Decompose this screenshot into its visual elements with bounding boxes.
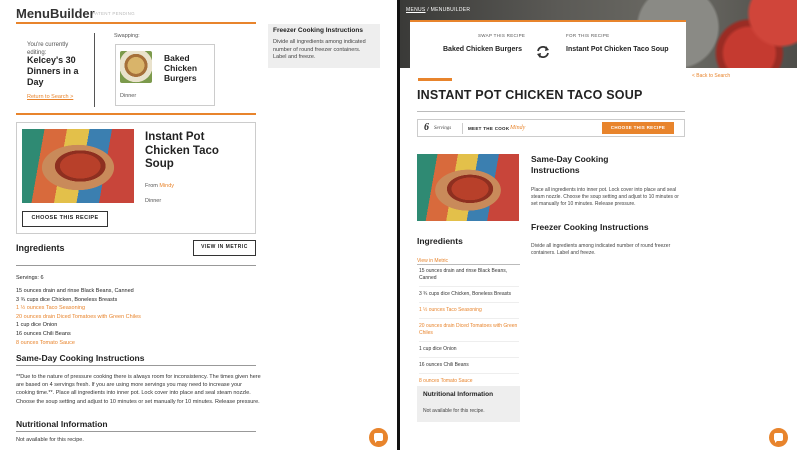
swap-recipe-meal: Dinner (120, 93, 137, 99)
swap-recipe-thumbnail (120, 51, 152, 83)
ingredient-item-link[interactable]: 8 ounces Tomato Sauce (16, 339, 266, 348)
meet-the-cook-label: MEET THE COOK (468, 125, 510, 131)
choose-recipe-button[interactable]: CHOOSE THIS RECIPE (22, 211, 108, 227)
ingredient-item: 16 ounces Chili Beans (16, 330, 71, 337)
breadcrumb: MENUS / MENUBUILDER (406, 7, 470, 13)
breadcrumb-current: / MENUBUILDER (425, 7, 471, 13)
ingredients-heading: Ingredients (417, 236, 463, 246)
nutrition-box: Nutritional Information Not available fo… (417, 386, 520, 422)
view-in-metric-button[interactable]: VIEW IN METRIC (193, 240, 256, 256)
chat-icon-tail (775, 440, 778, 443)
ingredient-item: 15 ounces drain and rinse Black Beans, C… (16, 288, 134, 294)
header-divider (16, 22, 256, 24)
nutrition-heading: Nutritional Information (16, 419, 108, 429)
ingredient-item: 15 ounces drain and rinse Black Beans, C… (419, 268, 519, 287)
nutrition-text: Not available for this recipe. (16, 437, 84, 443)
ingredients-divider (16, 265, 256, 266)
same-day-heading: Same-Day Cooking Instructions (16, 353, 145, 363)
ingredients-list: 15 ounces drain and rinse Black Beans, C… (419, 268, 519, 394)
for-this-label: FOR THIS RECIPE (566, 33, 610, 38)
choose-recipe-button[interactable]: CHOOSE THIS RECIPE (602, 122, 674, 134)
current-menu-name: Kelcey's 30 Dinners in a Day (27, 55, 79, 87)
recipe-meal: Dinner (145, 198, 162, 204)
nutrition-heading: Nutritional Information (423, 391, 494, 398)
patent-pending-label: PATENT PENDING (92, 11, 135, 16)
same-day-text: Place all ingredients into inner pot. Lo… (531, 187, 679, 208)
section-divider (16, 113, 256, 115)
vertical-divider (94, 33, 95, 107)
ingredient-item-link[interactable]: 20 ounces drain Diced Tomatoes with Gree… (419, 323, 519, 342)
recipe-title: Instant Pot Chicken Taco Soup (145, 131, 219, 170)
swap-summary-accent (410, 20, 686, 22)
recipe-author-link[interactable]: Mindy (159, 183, 174, 189)
ingredients-heading: Ingredients (16, 243, 65, 253)
freezer-heading: Freezer Cooking Instructions (531, 222, 649, 232)
swapping-label: Swapping: (114, 33, 140, 39)
recipe-image (22, 129, 134, 203)
swap-summary-panel (410, 20, 686, 68)
chat-button[interactable] (369, 428, 388, 447)
ingredient-item: 16 ounces Chili Beans (419, 362, 519, 374)
from-label: From (145, 183, 158, 189)
ingredient-item: 3 ¾ cups dice Chicken, Boneless Breasts (419, 291, 519, 303)
return-to-search-link[interactable]: Return to Search > (27, 94, 73, 100)
freezer-text: Divide all ingredients among indicated n… (273, 39, 366, 60)
left-panel: MenuBuilder PATENT PENDING You're curren… (0, 0, 397, 450)
recipe-image (417, 154, 519, 221)
ingredient-item: 3 ¾ cups dice Chicken, Boneless Breasts (16, 296, 118, 303)
swap-from-recipe: Baked Chicken Burgers (443, 46, 522, 53)
back-to-search-link[interactable]: < Back to Search (692, 73, 730, 79)
same-day-divider (16, 365, 256, 366)
info-divider (462, 123, 463, 134)
ingredients-divider (417, 264, 520, 265)
servings-number: 6 (424, 122, 429, 133)
chat-icon-tail (375, 440, 378, 443)
swap-recipe-name: Baked Chicken Burgers (164, 53, 198, 83)
ingredient-item-link[interactable]: 1 ½ ounces Taco Seasoning (419, 307, 519, 319)
ingredients-list: 15 ounces drain and rinse Black Beans, C… (16, 287, 266, 347)
cook-name-link[interactable]: Mindy (510, 125, 525, 131)
ingredient-item: 1 cup dice Onion (16, 322, 58, 329)
nutrition-divider (16, 431, 256, 432)
recipe-title: INSTANT POT CHICKEN TACO SOUP (417, 88, 643, 102)
swap-to-recipe: Instant Pot Chicken Taco Soup (566, 46, 669, 53)
same-day-text: **Due to the nature of pressure cooking … (16, 374, 261, 405)
ingredient-item-link[interactable]: 20 ounces drain Diced Tomatoes with Gree… (16, 313, 266, 322)
same-day-heading: Same-Day Cooking Instructions (531, 154, 609, 175)
right-panel: MENUS / MENUBUILDER SWAP THIS RECIPE FOR… (400, 0, 797, 450)
recipe-info-bar: 6 Servings MEET THE COOK Mindy CHOOSE TH… (417, 119, 685, 137)
servings-label: Servings (434, 125, 452, 131)
servings-count: Servings: 6 (16, 275, 44, 281)
ingredient-item: 1 cup dice Onion (419, 346, 519, 358)
freezer-instructions-box: Freezer Cooking Instructions Divide all … (268, 24, 380, 68)
recipe-from: From Mindy (145, 183, 174, 189)
freezer-title: Freezer Cooking Instructions (273, 27, 363, 34)
breadcrumb-menus-link[interactable]: MENUS (406, 7, 426, 13)
title-divider (417, 111, 685, 112)
app-logo: MenuBuilder (16, 6, 95, 21)
swap-this-label: SWAP THIS RECIPE (478, 33, 526, 38)
chat-button[interactable] (769, 428, 788, 447)
swapping-recipe-card[interactable]: Baked Chicken Burgers Dinner (115, 44, 215, 106)
freezer-text: Divide all ingredients among indicated n… (531, 243, 671, 257)
recipe-card: Instant Pot Chicken Taco Soup From Mindy… (16, 122, 256, 234)
ingredient-item-link[interactable]: 1 ½ ounces Taco Seasoning (16, 304, 266, 313)
title-accent-bar (418, 78, 452, 81)
nutrition-text: Not available for this recipe. (423, 408, 485, 414)
swap-arrows-icon (537, 46, 549, 58)
